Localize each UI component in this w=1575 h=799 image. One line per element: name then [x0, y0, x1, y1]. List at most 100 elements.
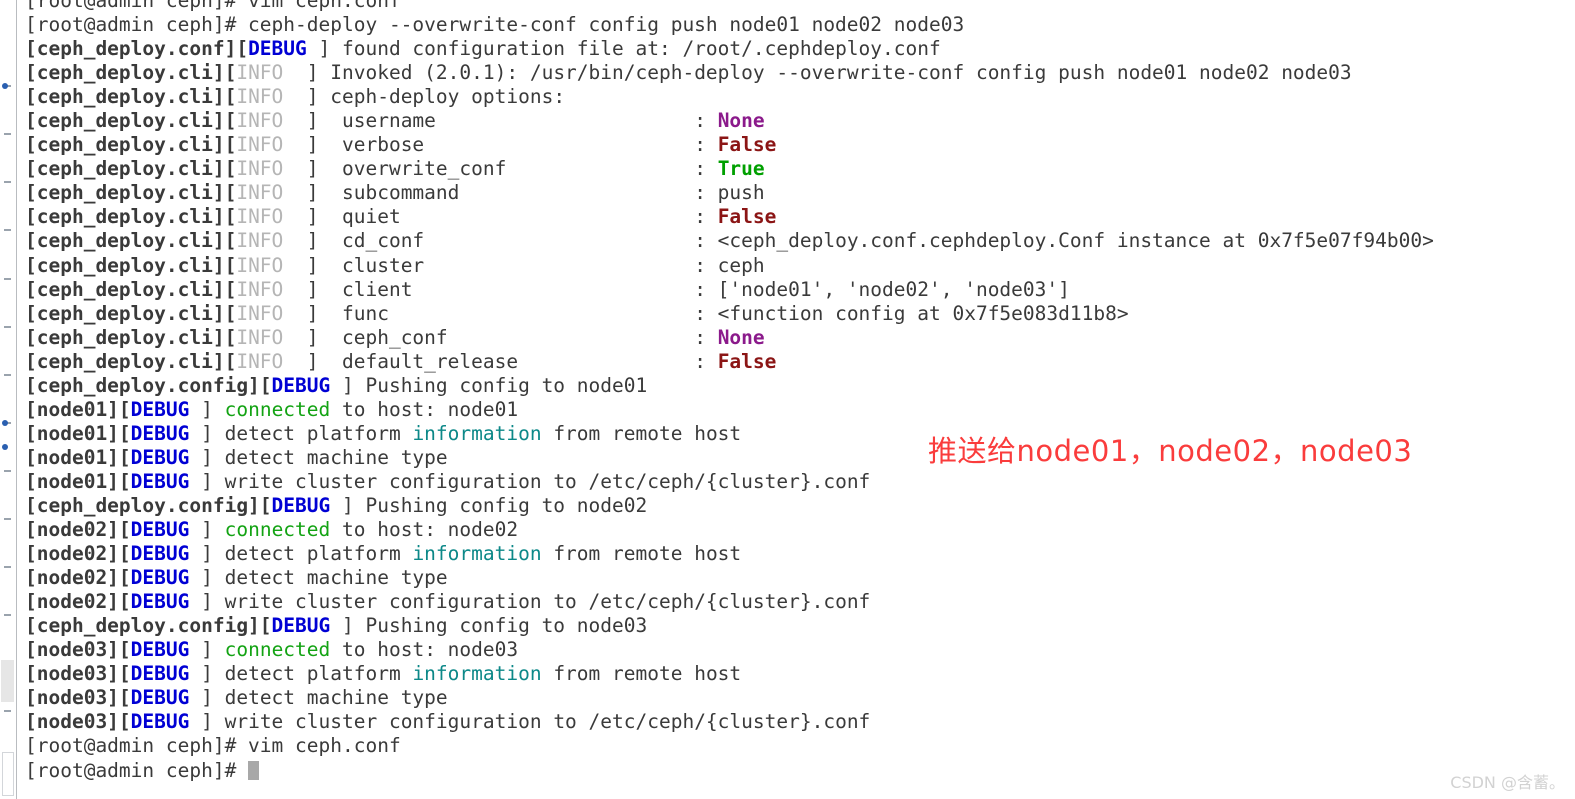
- gutter-tick: [4, 133, 11, 136]
- terminal-text-span: [root@admin ceph]#: [25, 758, 249, 782]
- terminal-text-span: DEBUG: [130, 421, 190, 445]
- terminal-text-span: information: [412, 421, 542, 445]
- terminal-line: [ceph_deploy.cli][INFO ] username : None: [25, 109, 1570, 133]
- terminal-line: [ceph_deploy.cli][INFO ] default_release…: [25, 350, 1570, 374]
- terminal-line: [node03][DEBUG ] connected to host: node…: [25, 638, 1570, 662]
- gutter-tick: [4, 181, 11, 184]
- terminal-text-span: [ceph_deploy.cli][: [25, 229, 237, 253]
- terminal-text-span: to host: node01: [330, 397, 519, 421]
- terminal-text-span: [ceph_deploy.cli][: [25, 181, 237, 205]
- gutter-tick: [4, 518, 11, 521]
- scrollbar-thumb[interactable]: [1, 660, 14, 702]
- terminal-text-span: [ceph_deploy.cli][: [25, 109, 237, 133]
- terminal-line: [ceph_deploy.cli][INFO ] subcommand : pu…: [25, 181, 1570, 205]
- terminal-line: [ceph_deploy.cli][INFO ] cluster : ceph: [25, 254, 1570, 278]
- terminal-text-span: ] detect machine type: [189, 445, 448, 469]
- terminal-text-span: DEBUG: [130, 445, 190, 469]
- terminal-screenshot: [root@admin ceph]# vim ceph.conf [root@ad…: [0, 0, 1575, 799]
- gutter-tick: [4, 229, 11, 232]
- terminal-text-span: [ceph_deploy.cli][: [25, 205, 237, 229]
- terminal-text-span: DEBUG: [130, 397, 190, 421]
- left-gutter[interactable]: [0, 0, 17, 799]
- terminal-line: [ceph_deploy.cli][INFO ] func : <functio…: [25, 302, 1570, 326]
- terminal-text-span: [node03][: [25, 686, 131, 710]
- terminal-text-span: DEBUG: [271, 614, 331, 638]
- terminal-text-span: [node01][: [25, 397, 131, 421]
- terminal-text-span: ] Pushing config to node03: [330, 614, 648, 638]
- terminal-text-span: DEBUG: [130, 710, 190, 734]
- terminal-line: [ceph_deploy.cli][INFO ] client : ['node…: [25, 278, 1570, 302]
- terminal-line: [ceph_deploy.config][DEBUG ] Pushing con…: [25, 614, 1570, 638]
- terminal-text-span: DEBUG: [130, 590, 190, 614]
- terminal-text-span: ] detect platform: [189, 662, 413, 686]
- terminal-line: [ceph_deploy.cli][INFO ] Invoked (2.0.1)…: [25, 61, 1570, 85]
- terminal-text-span: ] Pushing config to node01: [330, 373, 648, 397]
- terminal-text-span: ]: [189, 518, 225, 542]
- terminal-text-span: [node02][: [25, 518, 131, 542]
- terminal-text-span: [node03][: [25, 662, 131, 686]
- terminal-line: [node01][DEBUG ] connected to host: node…: [25, 398, 1570, 422]
- terminal-text-span: [root@admin ceph]# vim ceph.conf: [25, 0, 401, 12]
- terminal-text-span: False: [717, 205, 777, 229]
- terminal-text-span: INFO: [236, 157, 284, 181]
- terminal-text-span: ] cluster : ceph: [283, 253, 765, 277]
- terminal-text-span: ] detect platform: [189, 421, 413, 445]
- terminal-text-span: ] write cluster configuration to /etc/ce…: [189, 710, 871, 734]
- terminal-text-span: ] write cluster configuration to /etc/ce…: [189, 469, 871, 493]
- terminal-line: [node02][DEBUG ] detect platform informa…: [25, 542, 1570, 566]
- terminal-text-span: information: [412, 542, 542, 566]
- terminal-text-span: ] cd_conf : <ceph_deploy.conf.cephdeploy…: [283, 229, 1434, 253]
- terminal-text-span: [node01][: [25, 445, 131, 469]
- terminal-text-span: ] detect machine type: [189, 566, 448, 590]
- terminal-text-span: DEBUG: [271, 493, 331, 517]
- terminal-text-span: False: [717, 133, 777, 157]
- terminal-text-span: DEBUG: [271, 373, 331, 397]
- terminal-line: [root@admin ceph]#: [25, 759, 1570, 783]
- terminal-text-span: ] Invoked (2.0.1): /usr/bin/ceph-deploy …: [283, 61, 1352, 85]
- terminal-text-span: [node03][: [25, 638, 131, 662]
- terminal-text-span: INFO: [236, 325, 284, 349]
- terminal-text-span: ] subcommand : push: [283, 181, 765, 205]
- csdn-watermark: CSDN @含蓄。: [1450, 773, 1565, 792]
- terminal-text-span: from remote host: [541, 662, 742, 686]
- terminal-text-span: [ceph_deploy.config][: [25, 614, 272, 638]
- terminal-text-span: DEBUG: [130, 542, 190, 566]
- terminal-text-span: [ceph_deploy.cli][: [25, 325, 237, 349]
- terminal-text-span: ] quiet :: [283, 205, 718, 229]
- terminal-output[interactable]: [root@admin ceph]# vim ceph.conf [root@ad…: [25, 0, 1570, 783]
- terminal-line: [node01][DEBUG ] write cluster configura…: [25, 470, 1570, 494]
- terminal-text-span: INFO: [236, 349, 284, 373]
- terminal-line: [node03][DEBUG ] detect platform informa…: [25, 662, 1570, 686]
- gutter-tick: [4, 566, 11, 569]
- terminal-text-span: [node01][: [25, 469, 131, 493]
- terminal-text-span: ] found configuration file at: /root/.ce…: [306, 37, 941, 61]
- terminal-text-span: ] client : ['node01', 'node02', 'node03'…: [283, 277, 1070, 301]
- gutter-tick: [4, 277, 11, 280]
- terminal-text-span: DEBUG: [130, 566, 190, 590]
- gutter-tick: [4, 710, 11, 713]
- terminal-text-span: ] default_release :: [283, 349, 718, 373]
- terminal-line: [ceph_deploy.cli][INFO ] quiet : False: [25, 205, 1570, 229]
- terminal-text-span: ] overwrite_conf :: [283, 157, 718, 181]
- terminal-line: [root@admin ceph]# vim ceph.conf: [25, 734, 1570, 758]
- terminal-line: [node03][DEBUG ] detect machine type: [25, 686, 1570, 710]
- terminal-text-span: DEBUG: [130, 638, 190, 662]
- terminal-text-span: [ceph_deploy.cli][: [25, 61, 237, 85]
- terminal-text-span: INFO: [236, 181, 284, 205]
- terminal-text-span: ]: [189, 638, 225, 662]
- terminal-text-span: [ceph_deploy.cli][: [25, 349, 237, 373]
- terminal-text-span: [node02][: [25, 590, 131, 614]
- terminal-line: [ceph_deploy.config][DEBUG ] Pushing con…: [25, 374, 1570, 398]
- terminal-text-span: ] Pushing config to node02: [330, 493, 648, 517]
- terminal-text-span: [ceph_deploy.cli][: [25, 277, 237, 301]
- terminal-text-span: INFO: [236, 253, 284, 277]
- terminal-text-span: [node02][: [25, 542, 131, 566]
- terminal-text-span: DEBUG: [130, 469, 190, 493]
- terminal-text-span: [ceph_deploy.config][: [25, 493, 272, 517]
- terminal-text-span: DEBUG: [130, 662, 190, 686]
- terminal-text-span: [ceph_deploy.cli][: [25, 133, 237, 157]
- terminal-text-span: [ceph_deploy.cli][: [25, 253, 237, 277]
- terminal-text-span: INFO: [236, 109, 284, 133]
- terminal-text-span: to host: node02: [330, 518, 519, 542]
- terminal-text-span: [ceph_deploy.cli][: [25, 157, 237, 181]
